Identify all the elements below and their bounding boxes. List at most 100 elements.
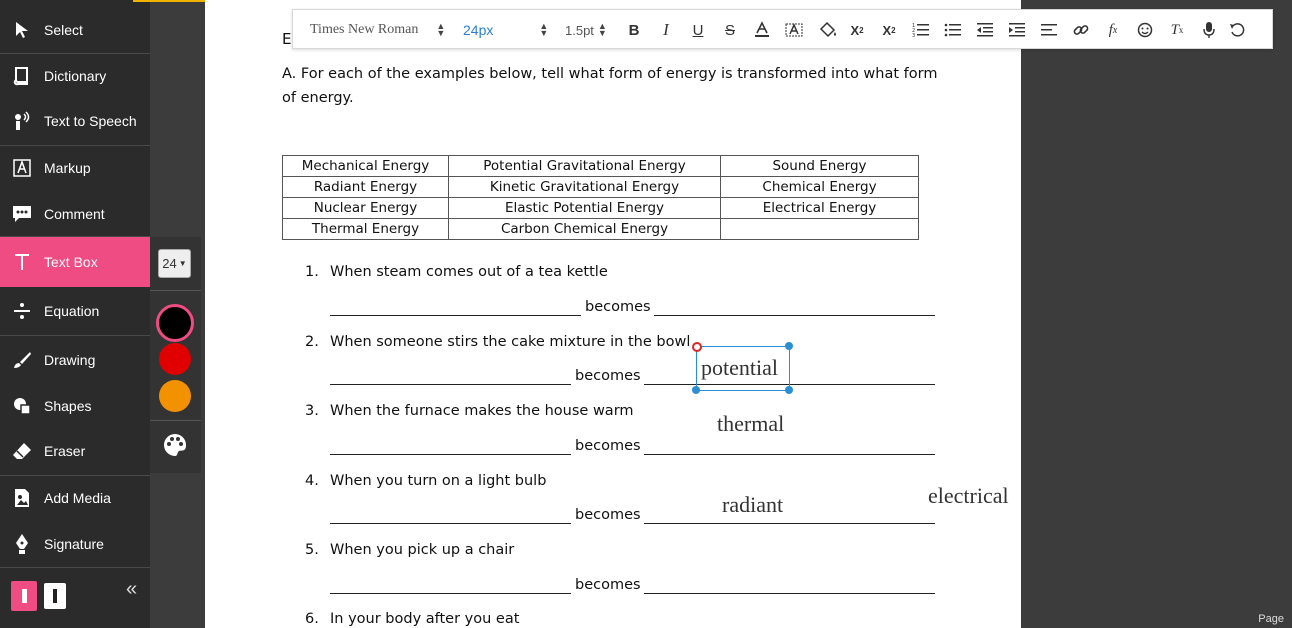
bullet-list-icon[interactable] [941,19,965,41]
answer-blank [330,384,571,385]
cursor-arrow-icon [0,21,44,39]
table-cell: Elastic Potential Energy [448,197,721,219]
tool-comment[interactable]: Comment [0,191,150,237]
collapse-sidebar-button[interactable]: « [126,578,137,601]
question-6: 6. In your body after you eat [305,611,520,627]
tool-eraser[interactable]: Eraser [0,428,150,474]
text-box-potential[interactable]: potential [701,355,778,381]
color-swatch-orange[interactable] [159,380,191,412]
resize-handle[interactable] [692,386,700,394]
table-cell: Radiant Energy [282,176,449,198]
superscript-icon[interactable]: X2 [877,19,901,41]
color-swatch-black[interactable] [156,304,194,342]
tool-label: Text to Speech [44,113,137,129]
svg-text:3: 3 [912,33,915,38]
brush-icon [0,350,44,370]
resize-handle[interactable] [785,386,793,394]
document-page: E A. For each of the examples below, tel… [205,0,1021,628]
eraser-icon [0,442,44,460]
tool-label: Equation [44,303,100,319]
divider [0,335,150,336]
emoji-icon[interactable] [1133,19,1157,41]
tool-text-to-speech[interactable]: Text to Speech [0,98,150,144]
fill-bucket-icon[interactable] [817,19,841,41]
becomes-text: becomes [585,299,651,315]
tool-signature[interactable]: Signature [0,521,150,567]
table-cell: Mechanical Energy [282,155,449,177]
table-cell: Nuclear Energy [282,197,449,219]
strikethrough-icon[interactable]: S [718,19,742,41]
line-height-select[interactable]: 1.5pt ▲ ▼ [565,10,607,50]
text-color-icon[interactable] [750,19,774,41]
tool-label: Signature [44,536,104,552]
answer-blank [644,454,935,455]
question-5: 5. When you pick up a chair [305,542,515,558]
tool-shapes[interactable]: Shapes [0,383,150,429]
table-row: Mechanical Energy Potential Gravitationa… [282,155,919,177]
ordered-list-icon[interactable]: 123 [909,19,933,41]
tool-select[interactable]: Select [0,7,150,53]
outdent-icon[interactable] [973,19,997,41]
updown-icon: ▲ ▼ [436,21,446,38]
formatting-toolbar: Times New Roman ▲ ▼ 24px ▲ ▼ 1.5pt ▲ ▼ B I U S… [292,9,1273,49]
pen-nib-icon [0,533,44,555]
tool-text-box[interactable]: Text Box [0,237,150,287]
tool-label: Add Media [44,490,111,506]
table-cell [720,218,919,240]
divide-icon [0,302,44,320]
delete-textbox-icon[interactable] [692,342,702,352]
table-cell: Kinetic Gravitational Energy [448,176,721,198]
answer-blank [330,523,571,524]
align-left-icon[interactable] [1037,19,1061,41]
table-cell: Carbon Chemical Energy [448,218,721,240]
color-swatch-red[interactable] [159,343,191,375]
tool-drawing[interactable]: Drawing [0,337,150,383]
caret-down-icon: ▼ [178,259,187,268]
tool-dictionary[interactable]: Dictionary [0,53,150,99]
answer-blank [644,523,935,524]
tool-add-media[interactable]: Add Media [0,475,150,521]
formula-icon[interactable]: fx [1101,19,1125,41]
comment-bubble-icon [0,204,44,224]
answer-blank [330,315,581,316]
underline-icon[interactable]: U [686,19,710,41]
text-box-radiant[interactable]: radiant [722,492,784,518]
text-box-electrical[interactable]: electrical [928,483,1009,509]
tool-equation[interactable]: Equation [0,288,150,334]
tool-label: Dictionary [44,68,107,84]
indent-icon[interactable] [1005,19,1029,41]
textbox-options-palette: 24 ▼ [150,237,201,473]
resize-handle[interactable] [785,342,793,350]
font-size-select[interactable]: 24px ▲ ▼ [463,10,548,50]
question-3: 3. When the furnace makes the house warm [305,403,634,419]
speaker-person-icon [0,111,44,131]
palette-icon[interactable] [162,432,188,463]
undo-icon[interactable] [1225,19,1249,41]
answer-blank [330,593,571,594]
table-cell: Potential Gravitational Energy [448,155,721,177]
microphone-icon[interactable] [1197,19,1221,41]
tool-label: Text Box [44,254,98,270]
font-size-dropdown[interactable]: 24 ▼ [158,249,191,278]
page-view-button[interactable] [44,583,66,609]
divider [0,567,150,568]
table-cell: Thermal Energy [282,218,449,240]
font-size-value: 24 [162,256,177,271]
tool-markup[interactable]: Markup [0,145,150,191]
italic-icon[interactable]: I [654,19,678,41]
tool-label: Comment [44,206,105,222]
text-box-thermal[interactable]: thermal [717,411,784,437]
table-row: Thermal Energy Carbon Chemical Energy [282,218,919,240]
single-page-view-button[interactable] [11,581,37,611]
answer-blank [644,593,935,594]
media-image-icon [0,488,44,508]
font-family-select[interactable]: Times New Roman ▲ ▼ [310,10,445,50]
table-cell: Sound Energy [720,155,919,177]
becomes-text: becomes [575,577,641,593]
bold-icon[interactable]: B [622,19,646,41]
becomes-text: becomes [575,438,641,454]
subscript-icon[interactable]: X2 [845,19,869,41]
highlight-icon[interactable] [782,19,806,41]
link-icon[interactable] [1069,19,1093,41]
clear-format-icon[interactable]: Tx [1165,19,1189,41]
